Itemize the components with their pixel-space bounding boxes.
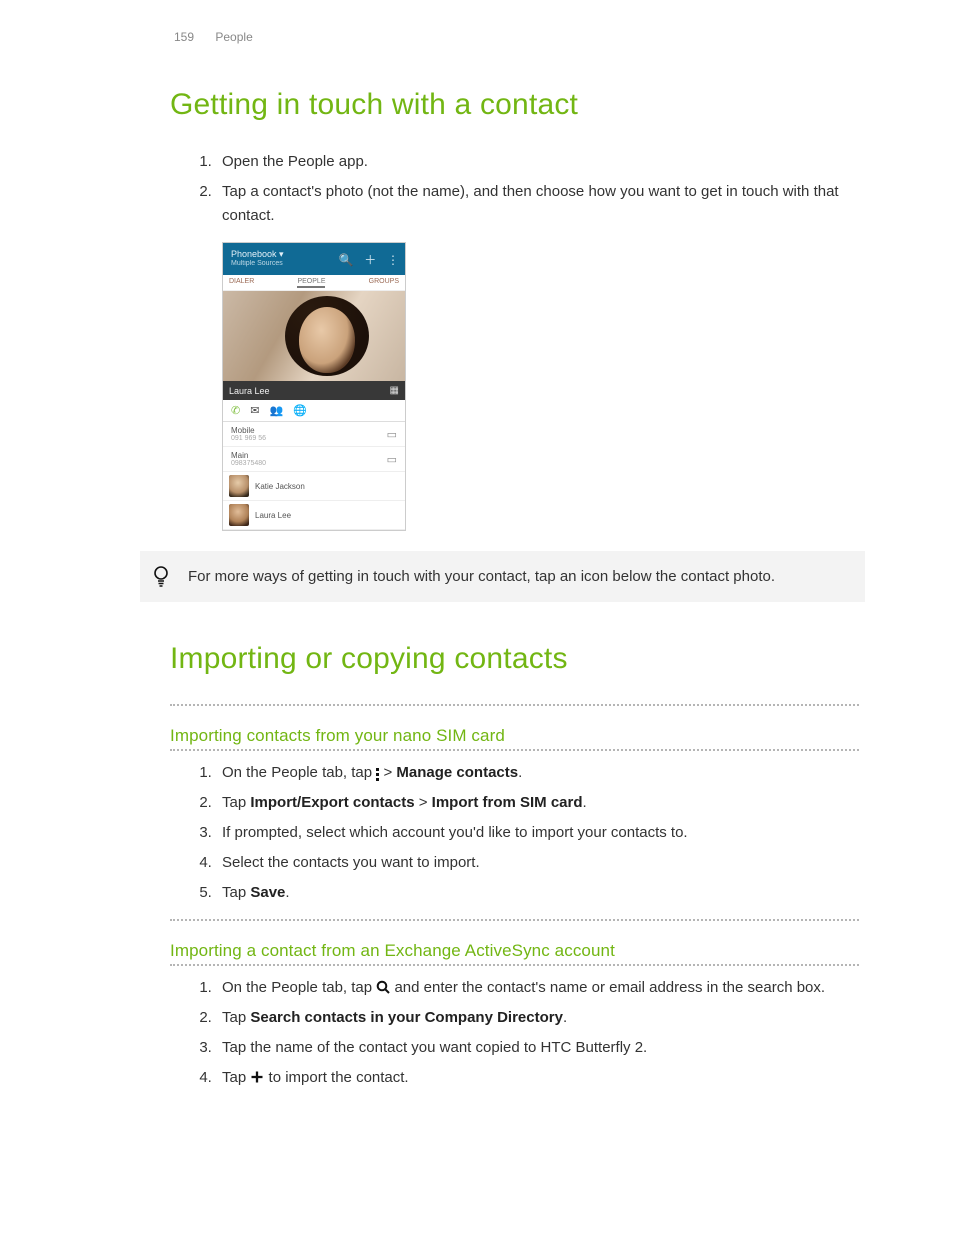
people-icon: 👥 — [269, 404, 283, 417]
tip-text: For more ways of getting in touch with y… — [188, 568, 775, 585]
list-item: Tap Import/Export contacts > Import from… — [216, 791, 859, 815]
contact-photo — [223, 291, 405, 381]
plus-icon: ＋ — [364, 253, 376, 267]
addcontact-icon: ▦ — [390, 385, 399, 396]
step-text: On the People tab, tap — [222, 764, 376, 781]
list-item: Laura Lee — [223, 501, 405, 530]
contact-row: Mobile 091 969 56 ▭ — [223, 422, 405, 447]
dotted-rule — [170, 704, 859, 706]
list-item: Tap a contact's photo (not the name), an… — [216, 180, 859, 228]
list-item: Open the People app. — [216, 150, 859, 174]
list-item: Tap the name of the contact you want cop… — [216, 1036, 859, 1060]
row-label: Main — [231, 451, 266, 460]
step-text: Tap — [222, 1069, 250, 1086]
list-item: Katie Jackson — [223, 472, 405, 501]
step-text: Tap — [222, 884, 250, 901]
phone-topbar-title: Phonebook ▾ — [231, 250, 284, 260]
step-text: to import the contact. — [269, 1069, 409, 1086]
phone-icon: ✆ — [231, 404, 240, 417]
list-item: Tap to import the contact. — [216, 1066, 859, 1090]
section1-steps: Open the People app. Tap a contact's pho… — [216, 150, 859, 228]
subsection-heading: Importing a contact from an Exchange Act… — [170, 941, 859, 961]
tab-groups: GROUPS — [369, 278, 399, 288]
subsection-heading: Importing contacts from your nano SIM ca… — [170, 726, 859, 746]
step-text: On the People tab, tap — [222, 979, 376, 996]
more-vert-icon — [376, 768, 379, 781]
step-text: and enter the contact's name or email ad… — [394, 979, 825, 996]
step-text-bold: Manage contacts — [396, 764, 518, 781]
avatar — [229, 504, 249, 526]
step-text-bold: Import/Export contacts — [250, 794, 414, 811]
mail-icon: ✉ — [250, 404, 259, 417]
sub2-steps: On the People tab, tap and enter the con… — [216, 976, 859, 1090]
phone-topbar-icons: 🔍 ＋ ⋮ — [330, 251, 399, 268]
list-item-name: Laura Lee — [255, 511, 291, 520]
dotted-rule — [170, 964, 859, 966]
list-item: Select the contacts you want to import. — [216, 851, 859, 875]
section1-title: Getting in touch with a contact — [170, 88, 859, 122]
list-item: Tap Save. — [216, 881, 859, 905]
contact-actionbar: ✆ ✉ 👥 🌐 — [223, 400, 405, 422]
step-text-bold: Search contacts in your Company Director… — [250, 1009, 563, 1026]
phone-screenshot: Phonebook ▾ Multiple Sources 🔍 ＋ ⋮ DIALE… — [222, 242, 406, 531]
phone-tabs: DIALER PEOPLE GROUPS — [223, 275, 405, 291]
section-name: People — [215, 30, 252, 44]
page-number: 159 — [174, 30, 194, 44]
phone-topbar-subtitle: Multiple Sources — [231, 260, 284, 268]
step-text: > — [383, 764, 396, 781]
tip-box: For more ways of getting in touch with y… — [140, 551, 865, 602]
step-text: . — [583, 794, 587, 811]
tab-dialer: DIALER — [229, 278, 254, 288]
phone-topbar: Phonebook ▾ Multiple Sources 🔍 ＋ ⋮ — [223, 243, 405, 275]
list-item-name: Katie Jackson — [255, 482, 305, 491]
globe-icon: 🌐 — [293, 404, 307, 417]
step-text: > — [415, 794, 432, 811]
message-icon: ▭ — [387, 453, 397, 466]
row-number: 098375480 — [231, 460, 266, 467]
step-text-bold: Import from SIM card — [432, 794, 583, 811]
sub1-steps: On the People tab, tap > Manage contacts… — [216, 761, 859, 905]
contact-name: Laura Lee — [229, 386, 270, 396]
plus-icon — [250, 1065, 264, 1089]
step-text: . — [563, 1009, 567, 1026]
list-item: If prompted, select which account you'd … — [216, 821, 859, 845]
step-text-bold: Save — [250, 884, 285, 901]
contact-namebar: Laura Lee ▦ — [223, 381, 405, 400]
search-icon: 🔍 — [338, 253, 353, 267]
more-vert-icon: ⋮ — [387, 253, 399, 267]
tab-people: PEOPLE — [297, 278, 325, 288]
section2-title: Importing or copying contacts — [170, 642, 859, 676]
step-text: . — [518, 764, 522, 781]
row-number: 091 969 56 — [231, 435, 266, 442]
list-item: On the People tab, tap and enter the con… — [216, 976, 859, 1000]
avatar — [229, 475, 249, 497]
search-icon — [376, 975, 390, 999]
step-text: Tap — [222, 794, 250, 811]
contact-row: Main 098375480 ▭ — [223, 447, 405, 472]
list-item: Tap Search contacts in your Company Dire… — [216, 1006, 859, 1030]
step-text: . — [285, 884, 289, 901]
dotted-rule — [170, 919, 859, 921]
page-header: 159 People — [174, 30, 859, 44]
row-label: Mobile — [231, 426, 266, 435]
dotted-rule — [170, 749, 859, 751]
step-text: Tap — [222, 1009, 250, 1026]
list-item: On the People tab, tap > Manage contacts… — [216, 761, 859, 785]
lightbulb-icon — [152, 565, 170, 596]
message-icon: ▭ — [387, 428, 397, 441]
